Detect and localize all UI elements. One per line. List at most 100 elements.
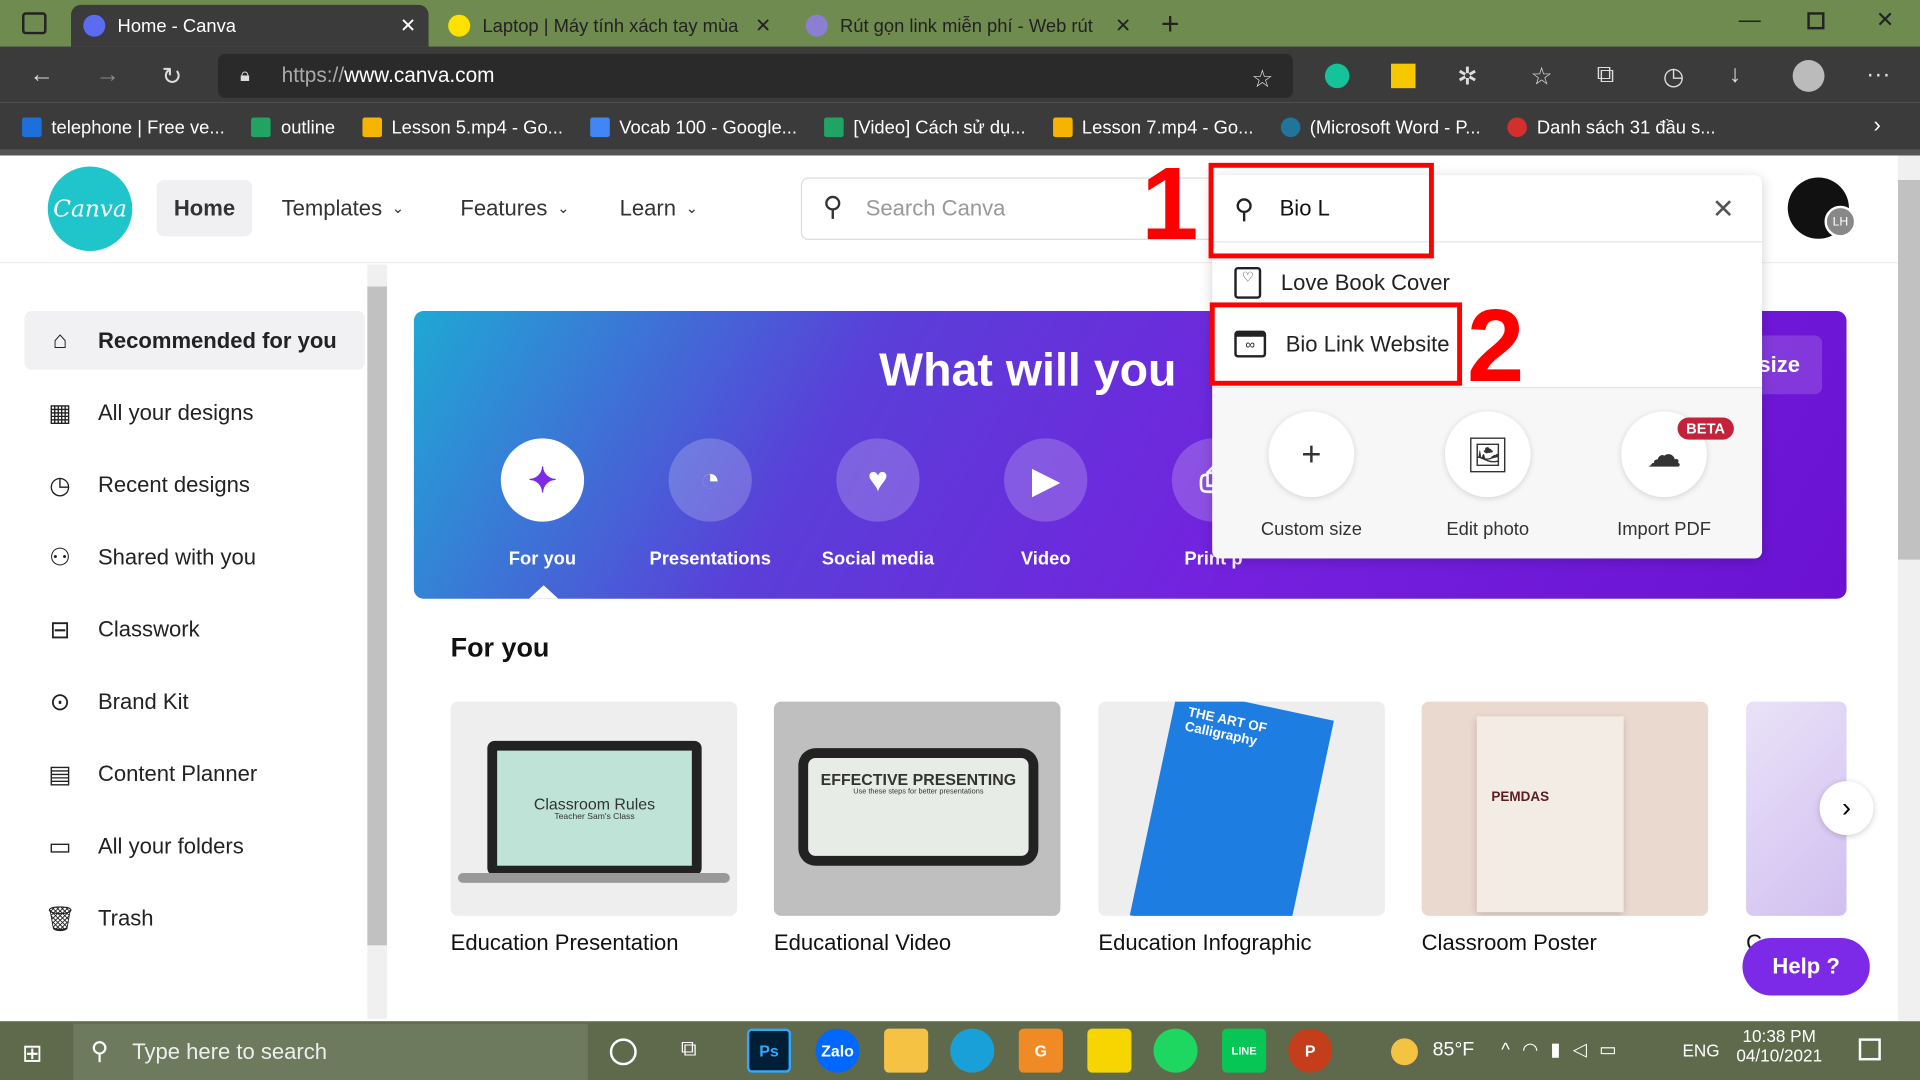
weather-icon[interactable] [1391,1038,1418,1066]
clear-search-icon[interactable]: ✕ [1712,193,1735,225]
nav-templates[interactable]: Templates ⌄ [264,180,421,236]
annotation-box-1 [1208,162,1434,259]
bookmark-item[interactable]: Danh sách 31 đầu s... [1507,117,1716,138]
restore-icon[interactable] [1807,12,1825,30]
bookmarks-more-icon[interactable]: › [1873,113,1880,139]
profile-icon[interactable] [1792,60,1825,92]
scrollbar-thumb[interactable] [1897,180,1920,560]
bookmark-item[interactable]: Vocab 100 - Google... [589,117,797,138]
sidebar-item-label: Brand Kit [97,688,189,714]
scrollbar-thumb[interactable] [367,286,387,946]
sidebar-item-folders[interactable]: ▭ All your folders [24,817,364,876]
extensions-icon[interactable]: ✲ [1457,61,1478,92]
tab-rut-gon-link[interactable]: Rút gọn link miễn phí - Web rút ✕ [793,5,1143,47]
language-indicator[interactable]: ENG [1682,1041,1719,1061]
card-title[interactable]: Education Infographic [1098,931,1311,957]
forward-icon[interactable]: → [96,61,120,89]
sticky-notes-icon[interactable] [1087,1028,1132,1073]
nav-learn[interactable]: Learn ⌄ [602,180,715,236]
sidebar-item-label: All your folders [97,833,244,858]
sidebar-item-recent[interactable]: ◷ Recent designs [24,456,364,515]
close-tab-icon[interactable]: ✕ [1115,13,1131,37]
help-button[interactable]: Help ? [1742,937,1870,996]
sidebar-item-trash[interactable]: 🗑︎ Trash [24,889,364,948]
history-icon[interactable]: ◷ [1663,61,1684,92]
spotify-icon[interactable] [1153,1028,1198,1073]
system-tray-icons[interactable]: ^◠▮◁▭ [1501,1038,1628,1061]
close-tab-icon[interactable]: ✕ [400,13,416,37]
bookmark-item[interactable]: telephone | Free ve... [22,117,225,138]
card-title[interactable]: Education Presentation [451,931,679,957]
grammarly-icon[interactable] [1324,63,1350,89]
download-icon[interactable]: ↓ [1729,61,1741,89]
category-for-you[interactable]: ✦ For you [475,438,610,569]
windows-start-icon[interactable]: ⊞ [22,1038,43,1069]
taskbar-search-input[interactable]: Type here to search [73,1023,588,1080]
card-education-infographic[interactable]: THE ART OF Calligraphy [1098,701,1385,916]
weather-temp[interactable]: 85°F [1433,1040,1475,1062]
canva-logo[interactable]: Canva [47,166,133,252]
foxit-pdf-icon[interactable]: G [1018,1028,1063,1073]
lock-icon[interactable]: 🔒︎ [240,65,250,86]
tab-laptop[interactable]: Laptop | Máy tính xách tay mùa t ✕ [436,5,784,47]
sidebar-item-classwork[interactable]: ⊟ Classwork [24,600,364,659]
zalo-icon[interactable]: Zalo [815,1028,860,1073]
category-video[interactable]: ▶ Video [978,438,1113,569]
taskbar-search-placeholder: Type here to search [132,1038,328,1064]
card-educational-video[interactable]: EFFECTIVE PRESENTING Use these steps for … [773,701,1061,916]
trash-icon: 🗑︎ [44,905,76,933]
favorite-add-icon[interactable]: ☆ [1251,64,1273,95]
category-presentations[interactable]: ◔ Presentations [643,438,778,569]
url-host: www.canva.com [344,63,495,87]
category-social-media[interactable]: ♥ Social media [811,438,946,569]
carousel-next-icon[interactable]: › [1819,781,1874,836]
bookmark-item[interactable]: outline [251,117,335,138]
search-icon: ⚲ [90,1038,109,1066]
bookmark-item[interactable]: (Microsoft Word - P... [1280,117,1481,138]
favorites-icon[interactable]: ☆ [1531,61,1553,92]
quick-action-custom-size[interactable]: + Custom size [1244,411,1379,540]
sidebar-item-label: All your designs [97,399,254,425]
close-window-icon[interactable]: ✕ [1876,7,1894,33]
page-scrollbar[interactable] [1897,155,1920,1022]
refresh-icon[interactable]: ↻ [162,61,183,92]
card-title[interactable]: Educational Video [774,931,951,957]
nav-label: Features [460,195,548,220]
sidebar-item-all-designs[interactable]: ▦ All your designs [24,383,364,442]
clock[interactable]: 10:38 PM 04/10/2021 [1736,1026,1822,1065]
task-view-icon[interactable]: ⧉ [681,1036,697,1062]
edge-icon[interactable] [950,1028,995,1073]
bookmark-item[interactable]: [Video] Cách sử dụ... [823,117,1026,138]
minimize-icon[interactable]: — [1739,7,1761,33]
tab-actions-icon[interactable] [22,12,47,35]
sidebar-item-brand-kit[interactable]: ⊙ Brand Kit [24,672,364,731]
banner-title: What will you [879,345,1177,397]
bookmark-item[interactable]: Lesson 5.mp4 - Go... [362,117,563,138]
more-menu-icon[interactable]: ··· [1866,61,1890,89]
back-icon[interactable]: ← [29,61,53,89]
new-tab-icon[interactable]: + [1161,5,1180,43]
quick-action-edit-photo[interactable]: 🖼︎ Edit photo [1420,411,1555,540]
thumb-text: EFFECTIVE PRESENTING [820,770,1017,789]
cortana-icon[interactable] [609,1038,637,1066]
card-title[interactable]: Classroom Poster [1422,931,1597,957]
nav-features[interactable]: Features ⌄ [443,180,586,236]
collections-icon[interactable]: ⧉ [1597,61,1614,89]
powerpoint-icon[interactable]: P [1288,1028,1333,1073]
sidebar-item-shared[interactable]: ⚇ Shared with you [24,528,364,587]
sidebar-item-recommended[interactable]: ⌂ Recommended for you [24,311,365,370]
card-classroom-poster[interactable]: PEMDAS [1421,701,1709,916]
line-icon[interactable]: LINE [1222,1028,1267,1073]
file-explorer-icon[interactable] [884,1028,929,1073]
sidebar-scrollbar[interactable] [367,264,387,1019]
close-tab-icon[interactable]: ✕ [755,13,771,37]
tab-home-canva[interactable]: Home - Canva ✕ [71,4,429,47]
bookmark-item[interactable]: Lesson 7.mp4 - Go... [1052,117,1253,138]
sidebar-item-content-planner[interactable]: ▤ Content Planner [24,744,364,803]
mwg-extension-icon[interactable] [1391,63,1416,89]
card-education-presentation[interactable]: Classroom Rules Teacher Sam's Class [450,701,738,916]
photoshop-icon[interactable]: Ps [746,1028,792,1073]
url-field[interactable]: https://www.canva.com [217,53,1294,98]
notifications-icon[interactable] [1858,1038,1881,1061]
nav-home[interactable]: Home [156,180,253,237]
